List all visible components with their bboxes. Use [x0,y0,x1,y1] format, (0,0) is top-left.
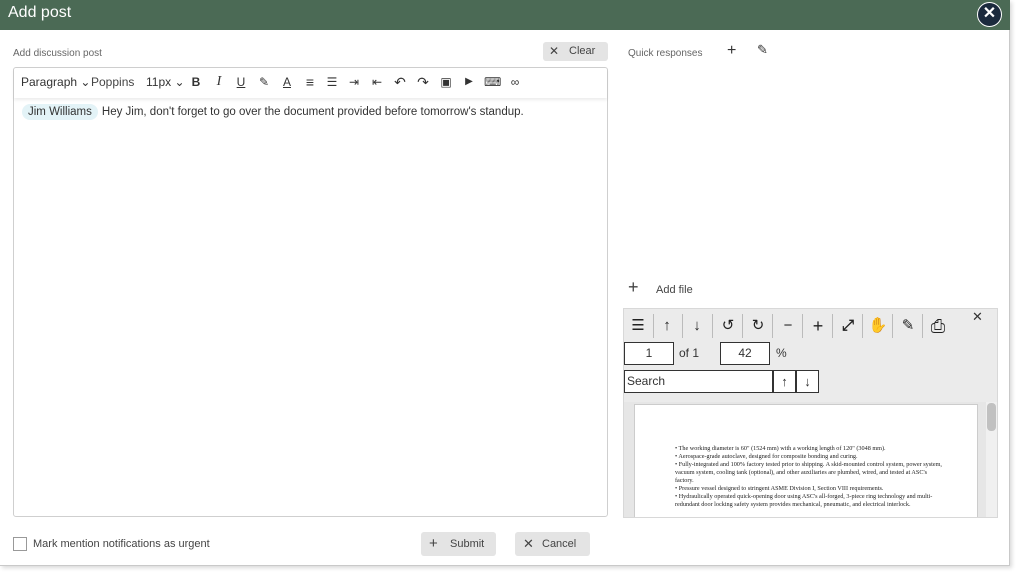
toolbar-divider [922,314,923,338]
toolbar-divider [832,314,833,338]
chevron-down-icon: ⌄ [174,75,185,89]
font-size-label: 11px [146,75,172,89]
doc-line: • Hydraulically operated quick-opening d… [675,493,933,508]
document-viewer: ☰ ↑ ↓ ↺ ↻ − + ⤢ ✋ ✎ ⎙ ✕ 1 of 1 42 % Sear… [623,308,998,518]
search-next-button[interactable]: ↓ [796,370,819,393]
redo-icon[interactable]: ↷ [415,74,431,90]
toolbar-divider [892,314,893,338]
zoom-unit-label: % [776,346,787,360]
previous-page-icon[interactable]: ↑ [655,314,679,338]
toolbar-divider [712,314,713,338]
zoom-out-icon[interactable]: − [776,314,800,338]
zoom-in-icon[interactable]: + [806,314,830,338]
page-number-input[interactable]: 1 [624,342,674,365]
cancel-button[interactable]: ✕ Cancel [515,532,590,556]
close-dialog-button[interactable]: ✕ [977,2,1002,27]
submit-label: Submit [450,538,485,550]
toolbar-divider [742,314,743,338]
post-label: Add discussion post [13,48,102,59]
close-icon: ✕ [523,536,534,551]
plus-icon: + [429,535,438,552]
page-count-label: of 1 [679,346,700,360]
document-text: • The working diameter is 60" (1524 mm) … [675,445,945,509]
message-text: Hey Jim, don't forget to go over the doc… [101,106,524,118]
search-previous-button[interactable]: ↑ [773,370,796,393]
toolbar-divider [682,314,683,338]
add-quick-response-icon[interactable]: + [727,42,736,60]
cancel-label: Cancel [542,538,577,550]
undo-icon[interactable]: ↶ [392,74,408,90]
font-select[interactable]: Poppins [91,75,134,89]
edit-quick-responses-icon[interactable]: ✎ [757,42,768,58]
italic-icon[interactable]: I [211,74,227,90]
doc-line: • Aerospace-grade autoclave, designed fo… [675,453,858,460]
document-canvas[interactable]: • The working diameter is 60" (1524 mm) … [624,402,997,517]
plus-icon: + [628,277,639,297]
menu-icon[interactable]: ☰ [626,314,650,338]
toolbar-divider [802,314,803,338]
editor-content[interactable]: Jim Williams Hey Jim, don't forget to go … [22,104,602,120]
editor-toolbar: Paragraph ⌄ Poppins 11px ⌄ B I U ✎ A ≡ ☰… [14,68,607,98]
scrollbar-thumb[interactable] [987,403,996,431]
toolbar-divider [653,314,654,338]
close-viewer-icon[interactable]: ✕ [972,309,983,325]
zoom-input[interactable]: 42 [720,342,770,365]
rotate-left-icon[interactable]: ↺ [716,314,740,338]
paragraph-label: Paragraph [21,75,78,89]
align-left-icon[interactable]: ≡ [302,74,318,90]
search-input[interactable]: Search [624,370,773,393]
document-scrollbar[interactable] [986,402,997,517]
video-icon[interactable]: ▶ [461,74,477,90]
doc-line: • The working diameter is 60" (1524 mm) … [675,445,886,452]
toolbar-divider [862,314,863,338]
chevron-down-icon: ⌄ [80,75,91,89]
font-size-select[interactable]: 11px ⌄ [146,75,185,89]
print-icon[interactable]: ⎙ [926,314,950,338]
post-editor[interactable]: Paragraph ⌄ Poppins 11px ⌄ B I U ✎ A ≡ ☰… [13,67,608,517]
toolbar-divider [772,314,773,338]
underline-icon[interactable]: U [233,74,249,90]
dialog-titlebar: Add post ✕ [0,0,1010,30]
quick-responses-label: Quick responses [628,48,703,59]
urgent-checkbox-label: Mark mention notifications as urgent [33,538,210,550]
dialog-title: Add post [8,4,72,21]
doc-line: • Pressure vessel designed to stringent … [675,485,884,492]
image-icon[interactable]: ▣ [438,74,454,90]
submit-button[interactable]: + Submit [421,532,496,556]
annotate-icon[interactable]: ✎ [896,314,920,338]
fit-page-icon[interactable]: ⤢ [836,314,860,338]
paragraph-select[interactable]: Paragraph ⌄ [21,75,90,89]
close-icon: ✕ [549,44,560,58]
next-page-icon[interactable]: ↓ [685,314,709,338]
urgent-checkbox[interactable] [13,537,27,551]
document-page: • The working diameter is 60" (1524 mm) … [634,404,978,517]
rotate-right-icon[interactable]: ↻ [746,314,770,338]
bold-icon[interactable]: B [188,74,204,90]
clear-label: Clear [569,45,596,57]
embed-icon[interactable]: ⌨ [484,74,501,90]
add-file-label: Add file [656,284,693,296]
doc-line: • Fully-integrated and 100% factory test… [675,461,942,484]
indent-icon[interactable]: ⇥ [346,74,362,90]
bullet-list-icon[interactable]: ☰ [324,74,340,90]
clear-button[interactable]: ✕ Clear [543,42,608,61]
outdent-icon[interactable]: ⇤ [369,74,385,90]
font-color-icon[interactable]: A [279,74,295,90]
link-icon[interactable]: ∞ [507,74,523,90]
hand-tool-icon[interactable]: ✋ [866,314,890,338]
add-post-dialog: Add post ✕ Add discussion post ✕ Clear P… [0,0,1010,566]
highlight-icon[interactable]: ✎ [256,74,272,90]
mention-chip[interactable]: Jim Williams [22,104,98,120]
